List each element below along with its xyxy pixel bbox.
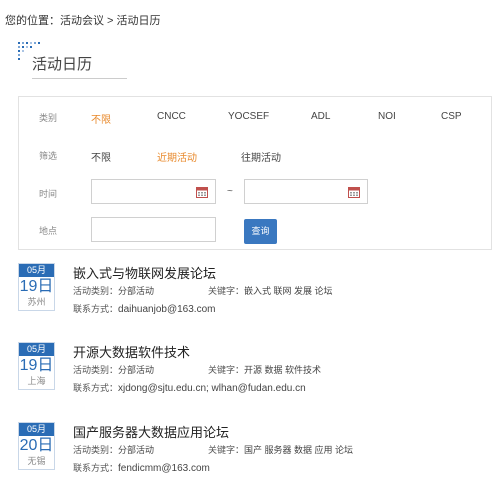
category-option-noi[interactable]: NOI <box>378 111 396 122</box>
page-title: 活动日历 <box>32 56 93 73</box>
breadcrumb-current: 活动日历 <box>116 15 161 27</box>
status-option-recent[interactable]: 近期活动 <box>157 149 197 164</box>
event-type-label: 活动类别： <box>73 445 119 455</box>
filter-divider <box>18 249 492 250</box>
event-date-card: 05月 19日 上海 <box>18 342 55 390</box>
event-type: 活动类别：分部活动 <box>73 363 154 376</box>
title-underline <box>32 78 127 79</box>
breadcrumb: 您的位置：活动会议 > 活动日历 <box>5 12 161 28</box>
category-label: 类别 <box>39 113 58 123</box>
event-type-label: 活动类别： <box>73 365 119 375</box>
event-keywords-value: 国产 服务器 数据 应用 论坛 <box>244 445 354 455</box>
event-keywords-label: 关键字： <box>208 365 245 375</box>
event-contact-value: xjdong@sjtu.edu.cn; wlhan@fudan.edu.cn <box>118 383 306 394</box>
category-option-yocsef[interactable]: YOCSEF <box>228 111 269 122</box>
date-range-separator: ~ <box>227 186 233 197</box>
event-title-link[interactable]: 嵌入式与物联网发展论坛 <box>73 263 216 282</box>
filter-panel: 类别 不限 CNCC YOCSEF ADL NOI CSP 筛选 不限 近期活动… <box>18 96 492 249</box>
search-button[interactable]: 查询 <box>244 219 277 244</box>
event-date-card: 05月 20日 无锡 <box>18 422 55 470</box>
event-keywords-label: 关键字： <box>208 445 245 455</box>
breadcrumb-prefix: 您的位置： <box>5 15 60 27</box>
status-option-past[interactable]: 往期活动 <box>241 149 281 164</box>
category-option-any[interactable]: 不限 <box>91 111 111 126</box>
event-city: 苏州 <box>27 297 46 307</box>
event-type-value: 分部活动 <box>118 286 155 296</box>
calendar-icon[interactable] <box>348 186 360 198</box>
start-date-input[interactable] <box>91 179 216 204</box>
event-keywords: 关键字：开源 数据 软件技术 <box>208 363 321 376</box>
event-title-link[interactable]: 开源大数据软件技术 <box>73 342 190 361</box>
event-keywords-value: 开源 数据 软件技术 <box>244 365 322 375</box>
event-contact-label: 联系方式： <box>73 463 119 473</box>
event-city: 无锡 <box>27 456 46 466</box>
event-contact-value: fendicmm@163.com <box>118 463 210 474</box>
event-contact: 联系方式：fendicmm@163.com <box>73 461 210 474</box>
event-city: 上海 <box>27 376 46 386</box>
event-type-value: 分部活动 <box>118 365 155 375</box>
event-contact-label: 联系方式： <box>73 304 119 314</box>
event-keywords-label: 关键字： <box>208 286 245 296</box>
event-title-link[interactable]: 国产服务器大数据应用论坛 <box>73 422 229 441</box>
event-contact: 联系方式：xjdong@sjtu.edu.cn; wlhan@fudan.edu… <box>73 381 306 394</box>
event-day: 20日 <box>19 437 54 454</box>
event-item: 05月 19日 苏州 嵌入式与物联网发展论坛 活动类别：分部活动 关键字：嵌入式… <box>18 263 492 331</box>
event-day: 19日 <box>19 357 54 374</box>
place-label: 地点 <box>39 226 58 236</box>
event-type: 活动类别：分部活动 <box>73 443 154 456</box>
event-keywords-value: 嵌入式 联网 发展 论坛 <box>244 286 333 296</box>
event-keywords: 关键字：嵌入式 联网 发展 论坛 <box>208 284 333 297</box>
event-type-value: 分部活动 <box>118 445 155 455</box>
event-day: 19日 <box>19 278 54 295</box>
event-month: 05月 <box>19 423 54 436</box>
place-input[interactable] <box>91 217 216 242</box>
calendar-icon[interactable] <box>196 186 208 198</box>
event-type: 活动类别：分部活动 <box>73 284 154 297</box>
end-date-input[interactable] <box>244 179 368 204</box>
event-month: 05月 <box>19 264 54 277</box>
event-keywords: 关键字：国产 服务器 数据 应用 论坛 <box>208 443 353 456</box>
category-option-adl[interactable]: ADL <box>311 111 330 122</box>
category-option-cncc[interactable]: CNCC <box>157 111 186 122</box>
event-month: 05月 <box>19 343 54 356</box>
category-option-csp[interactable]: CSP <box>441 111 462 122</box>
event-item: 05月 19日 上海 开源大数据软件技术 活动类别：分部活动 关键字：开源 数据… <box>18 342 492 410</box>
event-date-card: 05月 19日 苏州 <box>18 263 55 311</box>
event-contact-value: daihuanjob@163.com <box>118 304 216 315</box>
event-contact: 联系方式：daihuanjob@163.com <box>73 302 215 315</box>
event-type-label: 活动类别： <box>73 286 119 296</box>
breadcrumb-separator: > <box>104 15 117 27</box>
status-option-any[interactable]: 不限 <box>91 149 111 164</box>
time-label: 时间 <box>39 189 58 199</box>
status-label: 筛选 <box>39 151 58 161</box>
event-contact-label: 联系方式： <box>73 383 119 393</box>
event-item: 05月 20日 无锡 国产服务器大数据应用论坛 活动类别：分部活动 关键字：国产… <box>18 422 492 490</box>
breadcrumb-section-link[interactable]: 活动会议 <box>60 15 104 27</box>
